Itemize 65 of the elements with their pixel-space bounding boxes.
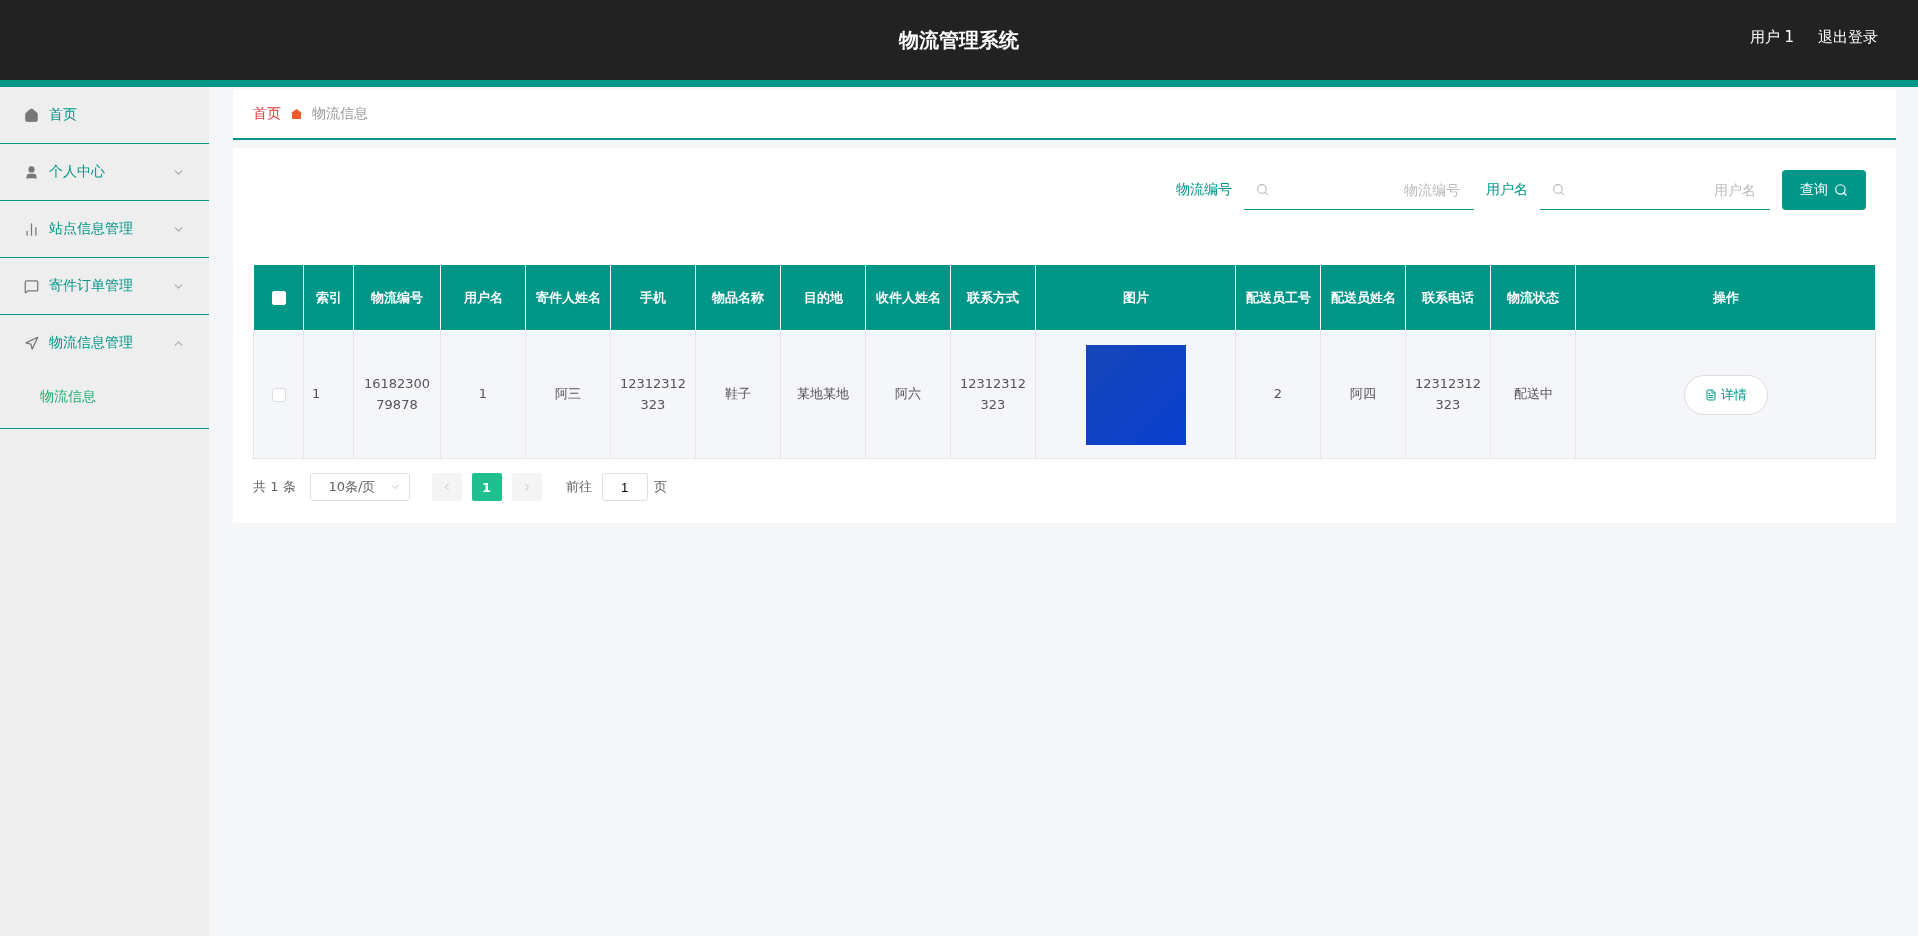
column-header: 配送员工号: [1235, 264, 1321, 331]
column-header: 收件人姓名: [865, 264, 951, 331]
table-cell: 阿四: [1320, 330, 1406, 459]
page-input[interactable]: 1: [601, 473, 648, 501]
next-page-button[interactable]: [511, 473, 542, 501]
column-header: 物流状态: [1490, 264, 1576, 331]
search-icon: [1834, 183, 1848, 197]
total-count: 共 1 条: [253, 478, 296, 496]
column-header: 物流编号: [353, 264, 441, 331]
table-cell: 鞋子: [695, 330, 781, 459]
column-header: 图片: [1035, 264, 1236, 331]
column-header: 配送员姓名: [1320, 264, 1406, 331]
menu-icon: [24, 164, 39, 180]
detail-button[interactable]: 详情: [1683, 374, 1768, 415]
submenu-item[interactable]: 物流信息: [40, 388, 96, 406]
table-cell: 阿三: [525, 330, 611, 459]
logout-link[interactable]: 退出登录: [1818, 28, 1878, 47]
column-header: 手机: [610, 264, 696, 331]
search-input[interactable]: 用户名: [1573, 180, 1758, 199]
sidebar-item[interactable]: 个人中心: [0, 144, 209, 201]
user-link[interactable]: 用户 1: [1749, 28, 1794, 47]
menu-icon: [24, 278, 39, 294]
column-header: 物品名称: [695, 264, 781, 331]
table-cell: 2: [1235, 330, 1321, 459]
menu-icon: [24, 335, 39, 351]
column-header: 联系方式: [950, 264, 1036, 331]
table-cell: 1: [303, 330, 354, 459]
table-cell: 1618230079878: [353, 330, 441, 459]
app-title: 物流管理系统: [899, 26, 1019, 54]
table-cell: 某地某地: [780, 330, 866, 459]
table-cell: 1: [440, 330, 526, 459]
search-icon: [1256, 183, 1269, 196]
column-header: 寄件人姓名: [525, 264, 611, 331]
prev-page-button[interactable]: [431, 473, 462, 501]
page-size-select[interactable]: 10条/页: [309, 473, 410, 501]
search-input[interactable]: 物流编号: [1277, 180, 1462, 199]
table-cell: 12312312323: [610, 330, 696, 459]
house-icon: [291, 109, 302, 119]
sidebar-item[interactable]: 站点信息管理: [0, 201, 209, 258]
sidebar-item[interactable]: 物流信息管理: [0, 315, 209, 372]
column-header: 操作: [1575, 264, 1876, 331]
menu-icon: [24, 107, 39, 123]
column-header: 目的地: [780, 264, 866, 331]
select-all-checkbox[interactable]: [271, 291, 286, 306]
document-icon: [1704, 388, 1717, 401]
table-cell: 12312312323: [1405, 330, 1491, 459]
sidebar-item[interactable]: 首页: [0, 87, 209, 144]
sidebar-item[interactable]: 寄件订单管理: [0, 258, 209, 315]
page-suffix: 页: [653, 478, 667, 496]
row-checkbox[interactable]: [271, 387, 286, 402]
search-icon: [1552, 183, 1565, 196]
page-button[interactable]: 1: [471, 473, 502, 501]
column-header: 用户名: [440, 264, 526, 331]
column-header: 联系电话: [1405, 264, 1491, 331]
table-cell: 配送中: [1490, 330, 1576, 459]
breadcrumb-current: 物流信息: [312, 105, 368, 123]
goto-label: 前往: [565, 478, 592, 496]
table-cell: 阿六: [865, 330, 951, 459]
field-label: 用户名: [1486, 181, 1528, 199]
menu-icon: [24, 221, 39, 237]
query-button[interactable]: 查询: [1782, 170, 1866, 210]
breadcrumb-link[interactable]: 首页: [253, 105, 281, 123]
field-label: 物流编号: [1176, 181, 1232, 199]
column-header: 索引: [303, 264, 354, 331]
table-cell: 12312312323: [950, 330, 1036, 459]
